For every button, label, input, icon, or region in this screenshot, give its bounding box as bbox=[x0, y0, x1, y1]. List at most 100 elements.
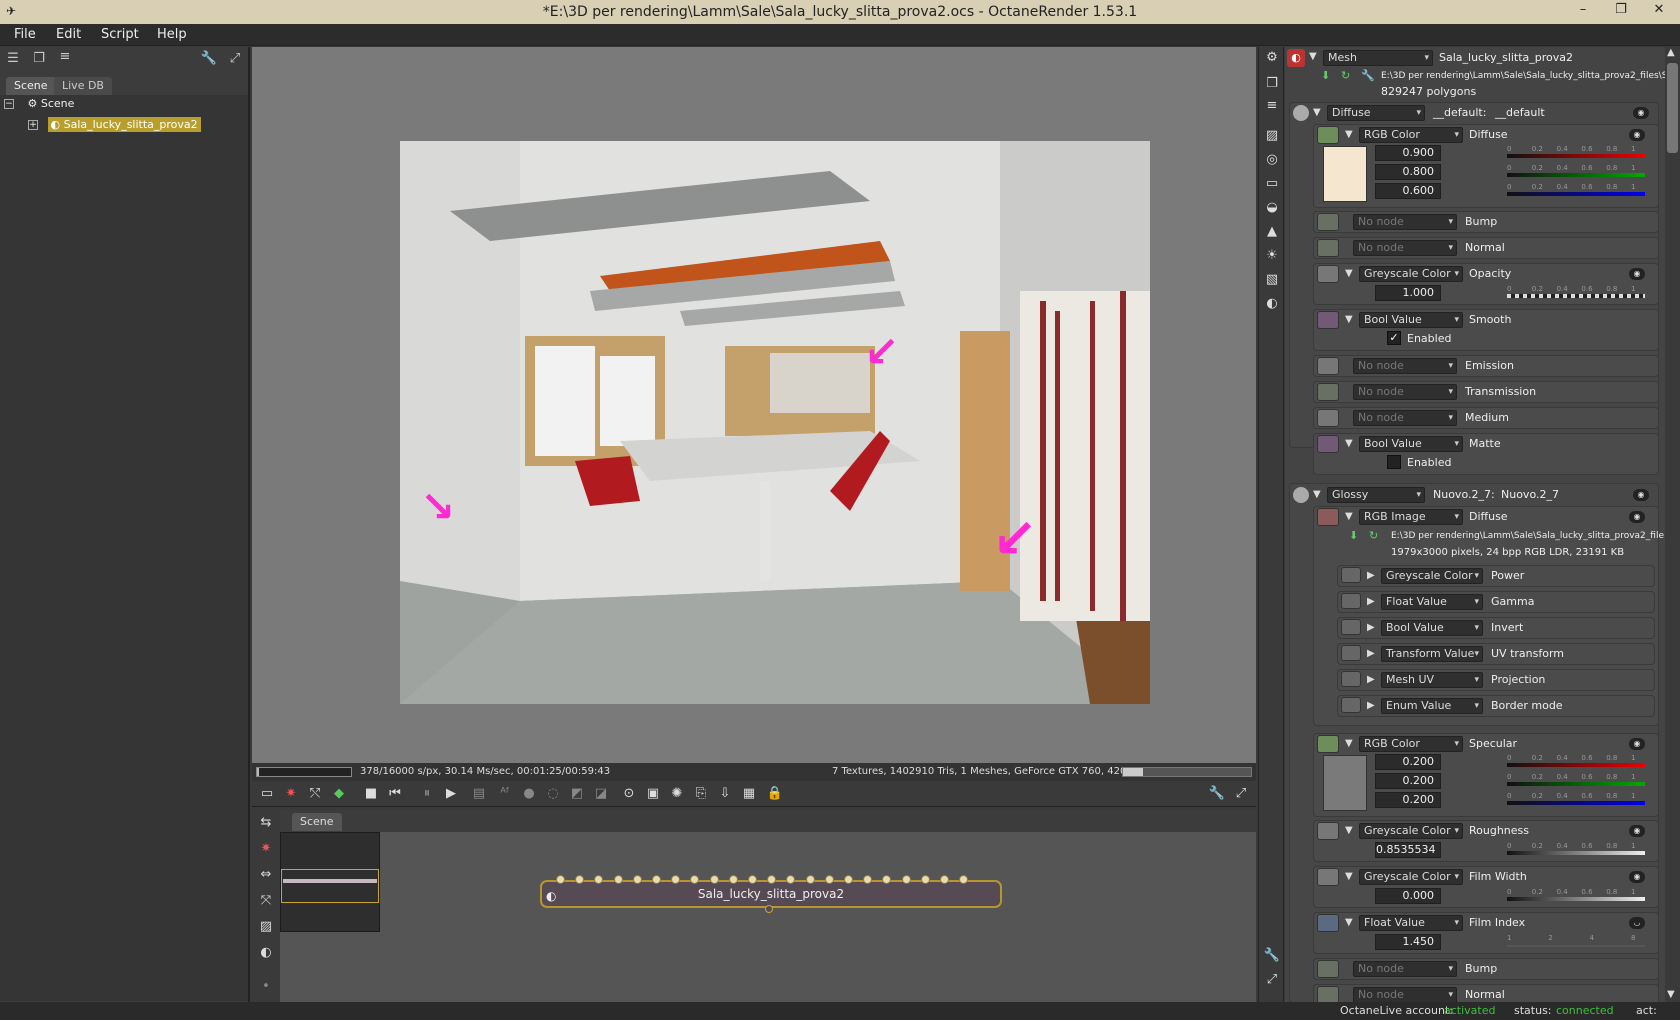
collapse-icon[interactable]: ▼ bbox=[1345, 511, 1353, 522]
dot-icon[interactable]: • bbox=[257, 978, 275, 996]
white-balance-icon[interactable]: ◪ bbox=[592, 785, 610, 803]
node-input-pin[interactable] bbox=[613, 875, 623, 884]
play-icon[interactable]: ▶ bbox=[442, 785, 460, 803]
glossy-bump-select[interactable]: No node bbox=[1353, 961, 1457, 977]
node-input-pin[interactable] bbox=[901, 875, 911, 884]
specular-b-input[interactable]: 0.200 bbox=[1375, 792, 1441, 808]
minimize-button[interactable]: – bbox=[1564, 0, 1602, 22]
region-icon[interactable]: ▤ bbox=[470, 785, 488, 803]
node-input-pin[interactable] bbox=[844, 875, 853, 884]
scrollbar-thumb[interactable] bbox=[1667, 63, 1678, 153]
glossy-normal-select[interactable]: No node bbox=[1353, 987, 1457, 1002]
bump-select[interactable]: No node bbox=[1353, 214, 1457, 230]
transmission-select[interactable]: No node bbox=[1353, 384, 1457, 400]
diffuse-type-select[interactable]: RGB Color bbox=[1359, 127, 1463, 143]
node-input-pin[interactable] bbox=[556, 875, 565, 884]
node-input-pin[interactable] bbox=[824, 875, 834, 884]
mesh-node[interactable]: ◐ Sala_lucky_slitta_prova2 bbox=[540, 875, 1002, 913]
emission-select[interactable]: No node bbox=[1353, 358, 1457, 374]
pause-icon[interactable]: ⏸ bbox=[418, 785, 436, 803]
sun-icon[interactable]: ☀ bbox=[1263, 247, 1281, 265]
kernel-icon[interactable]: ▧ bbox=[1263, 271, 1281, 289]
tab-live-db[interactable]: Live DB bbox=[54, 77, 112, 95]
visibility-icon[interactable]: ◉ bbox=[1629, 871, 1645, 883]
collapse-icon[interactable]: ▼ bbox=[1345, 268, 1353, 279]
node-output-pin[interactable] bbox=[765, 905, 773, 913]
curve-icon[interactable]: ◡ bbox=[1629, 917, 1645, 929]
node-input-pin[interactable] bbox=[709, 875, 719, 884]
menu-help[interactable]: Help bbox=[157, 27, 187, 42]
material-type-select[interactable]: Diffuse bbox=[1327, 105, 1425, 121]
node-input-pin[interactable] bbox=[805, 875, 815, 884]
opacity-input[interactable]: 1.000 bbox=[1375, 285, 1441, 301]
visibility-icon[interactable]: ◉ bbox=[1633, 107, 1649, 119]
fit-icon[interactable]: ⇔ bbox=[257, 866, 275, 884]
camera-icon[interactable]: ◎ bbox=[1263, 151, 1281, 169]
outliner-icon[interactable]: ☰ bbox=[4, 51, 22, 67]
node-input-pin[interactable] bbox=[671, 875, 681, 884]
visibility-icon[interactable]: ◉ bbox=[1629, 511, 1645, 523]
wrench-icon[interactable]: 🔧 bbox=[200, 51, 218, 67]
collapse-icon[interactable]: ▼ bbox=[1345, 917, 1353, 928]
imager-icon[interactable]: ▲ bbox=[1263, 223, 1281, 241]
opacity-slider[interactable]: 0 0.2 0.4 0.6 0.8 1 bbox=[1507, 285, 1645, 301]
collapse-icon[interactable]: ▼ bbox=[1309, 51, 1317, 62]
tab-scene[interactable]: Scene bbox=[6, 77, 56, 95]
inspector-scrollbar[interactable]: ▲ ▼ bbox=[1665, 47, 1680, 1002]
menu-edit[interactable]: Edit bbox=[56, 27, 81, 42]
node-input-pin[interactable] bbox=[575, 875, 585, 884]
collapse-icon[interactable]: ▼ bbox=[1345, 738, 1353, 749]
fullscreen-icon[interactable]: ⤢ bbox=[1232, 785, 1250, 803]
cube-icon[interactable]: ◆ bbox=[330, 785, 348, 803]
specular-type-select[interactable]: RGB Color bbox=[1359, 736, 1463, 752]
collapse-icon[interactable]: ▼ bbox=[1313, 489, 1321, 500]
af-icon[interactable]: ᴬᶠ bbox=[496, 785, 514, 803]
node-input-pin[interactable] bbox=[920, 875, 930, 884]
reload-icon[interactable]: ↻ bbox=[1369, 529, 1378, 542]
menu-file[interactable]: File bbox=[14, 27, 36, 42]
expand-icon[interactable]: ▶ bbox=[1367, 596, 1375, 607]
monitor-icon[interactable]: ▭ bbox=[1263, 175, 1281, 193]
arrange-icon[interactable]: ⇆ bbox=[257, 814, 275, 832]
glossy-diffuse-type-select[interactable]: RGB Image bbox=[1359, 509, 1463, 525]
specular-b-slider[interactable]: 0 0.2 0.4 0.6 0.8 1 bbox=[1507, 792, 1645, 808]
node-input-pin[interactable] bbox=[652, 875, 661, 884]
diffuse-g-input[interactable]: 0.800 bbox=[1375, 164, 1441, 180]
sub-type-select[interactable]: Float Value bbox=[1381, 594, 1483, 610]
visibility-icon[interactable]: ◉ bbox=[1629, 825, 1645, 837]
fullscreen-icon[interactable]: ⤢ bbox=[1263, 971, 1281, 989]
camera-reset-icon[interactable]: ▭ bbox=[258, 785, 276, 803]
collapse-icon[interactable]: ▼ bbox=[1345, 438, 1353, 449]
diffuse-b-input[interactable]: 0.600 bbox=[1375, 183, 1441, 199]
rewind-icon[interactable]: ⏮ bbox=[386, 785, 404, 803]
recenter-icon[interactable]: ⤲ bbox=[306, 785, 324, 803]
lock-region-icon[interactable]: ▣ bbox=[644, 785, 662, 803]
collapse-icon[interactable]: ▼ bbox=[1345, 129, 1353, 140]
specular-g-slider[interactable]: 0 0.2 0.4 0.6 0.8 1 bbox=[1507, 773, 1645, 789]
expand-icon[interactable]: ▶ bbox=[1367, 648, 1375, 659]
collapse-icon[interactable]: ▼ bbox=[1345, 314, 1353, 325]
visibility-icon[interactable]: ◉ bbox=[1629, 268, 1645, 280]
mesh-icon[interactable]: ◐ bbox=[1263, 295, 1281, 313]
node-input-pin[interactable] bbox=[690, 875, 700, 884]
graph-icon[interactable]: ≡ bbox=[1263, 97, 1281, 115]
film-index-input[interactable]: 1.450 bbox=[1375, 934, 1441, 950]
render-viewport[interactable]: ↙ ↘ ↙ bbox=[252, 47, 1256, 763]
glossy-type-select[interactable]: Glossy bbox=[1327, 487, 1425, 503]
node-input-pin[interactable] bbox=[959, 875, 969, 884]
copy-icon[interactable]: ⎘ bbox=[692, 785, 710, 803]
scroll-down-icon[interactable]: ▼ bbox=[1667, 989, 1675, 1000]
sub-type-select[interactable]: Bool Value bbox=[1381, 620, 1483, 636]
node-graph-editor[interactable]: ⇆ ✷ ⇔ ⤧ ▨ ◐ • Scene ◐ Sala_lucky_slitta_… bbox=[252, 810, 1256, 1002]
environment-icon[interactable]: ◒ bbox=[1263, 199, 1281, 217]
expand-icon[interactable]: ▶ bbox=[1367, 622, 1375, 633]
collapse-icon[interactable]: ▼ bbox=[1313, 107, 1321, 118]
diffuse-b-slider[interactable]: 0 0.2 0.4 0.6 0.8 1 bbox=[1507, 183, 1645, 199]
maximize-button[interactable]: ❐ bbox=[1602, 0, 1640, 22]
visibility-icon[interactable]: ◉ bbox=[1629, 738, 1645, 750]
sub-type-select[interactable]: Enum Value bbox=[1381, 698, 1483, 714]
film-width-slider[interactable]: 0 0.2 0.4 0.6 0.8 1 bbox=[1507, 888, 1645, 904]
node-input-pin[interactable] bbox=[728, 875, 738, 884]
film-width-input[interactable]: 0.000 bbox=[1375, 888, 1441, 904]
expand-icon[interactable]: ▶ bbox=[1367, 700, 1375, 711]
